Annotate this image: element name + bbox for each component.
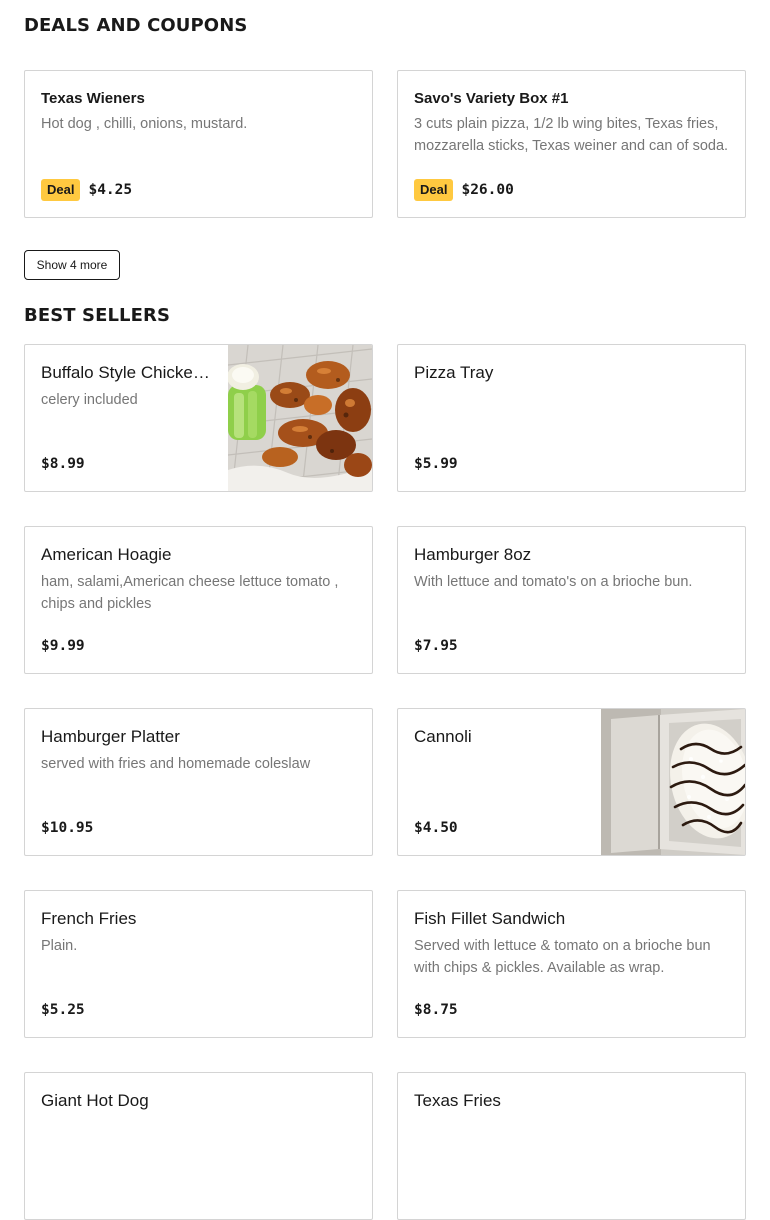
item-price: $8.99 — [41, 456, 85, 472]
best-sellers-section-title: BEST SELLERS — [24, 305, 171, 326]
item-name: Texas Wieners — [41, 90, 145, 107]
item-description: Hot dog , chilli, onions, mustard. — [41, 116, 248, 132]
cannoli-photo — [601, 709, 745, 855]
menu-item-card[interactable]: Hamburger 8oz With lettuce and tomato's … — [397, 526, 746, 674]
item-name: Giant Hot Dog — [41, 1091, 149, 1110]
menu-item-card[interactable]: Hamburger Platter served with fries and … — [24, 708, 373, 856]
item-name: Buffalo Style Chicken Wings — [41, 363, 212, 382]
item-price: $4.50 — [414, 820, 458, 836]
item-price: $7.95 — [414, 638, 458, 654]
deal-badge: Deal — [41, 179, 81, 201]
item-description: Served with lettuce & tomato on a brioch… — [414, 938, 711, 976]
item-price: $4.25 — [88, 182, 133, 198]
item-name: American Hoagie — [41, 545, 172, 564]
menu-item-card[interactable]: Pizza Tray $5.99 — [397, 344, 746, 492]
item-price: $26.00 — [461, 182, 514, 198]
menu-item-card[interactable]: Cannoli $4.50 — [397, 708, 746, 856]
item-price: $5.25 — [41, 1002, 85, 1018]
item-description: With lettuce and tomato's on a brioche b… — [414, 574, 693, 590]
menu-item-card[interactable]: American Hoagie ham, salami,American che… — [24, 526, 373, 674]
item-description: ham, salami,American cheese lettuce toma… — [41, 574, 339, 612]
menu-item-card[interactable]: Giant Hot Dog — [24, 1072, 373, 1220]
menu-item-card[interactable]: French Fries Plain. $5.25 — [24, 890, 373, 1038]
deals-section-title: DEALS AND COUPONS — [24, 15, 248, 36]
item-name: French Fries — [41, 909, 137, 928]
item-price: $8.75 — [414, 1002, 458, 1018]
deal-card[interactable]: Texas Wieners Hot dog , chilli, onions, … — [24, 70, 373, 218]
chicken-wings-photo — [228, 345, 372, 491]
menu-item-card[interactable]: Texas Fries — [397, 1072, 746, 1220]
deal-card[interactable]: Savo's Variety Box #1 3 cuts plain pizza… — [397, 70, 746, 218]
menu-item-card[interactable]: Buffalo Style Chicken Wings celery inclu… — [24, 344, 373, 492]
item-name: Savo's Variety Box #1 — [414, 90, 569, 107]
menu-item-card[interactable]: Fish Fillet Sandwich Served with lettuce… — [397, 890, 746, 1038]
item-price: $5.99 — [414, 456, 458, 472]
item-price: $10.95 — [41, 820, 94, 836]
item-name: Cannoli — [414, 727, 472, 746]
item-description: served with fries and homemade coleslaw — [41, 756, 311, 772]
item-name: Hamburger 8oz — [414, 545, 532, 564]
item-price: $9.99 — [41, 638, 85, 654]
show-more-button[interactable]: Show 4 more — [24, 250, 120, 280]
item-name: Hamburger Platter — [41, 727, 180, 746]
item-name: Fish Fillet Sandwich — [414, 909, 566, 928]
item-description: celery included — [41, 392, 138, 408]
item-name: Texas Fries — [414, 1091, 501, 1110]
deal-badge: Deal — [414, 179, 454, 201]
item-description: Plain. — [41, 938, 78, 954]
item-name: Pizza Tray — [414, 363, 494, 382]
item-description: 3 cuts plain pizza, 1/2 lb wing bites, T… — [414, 116, 729, 154]
